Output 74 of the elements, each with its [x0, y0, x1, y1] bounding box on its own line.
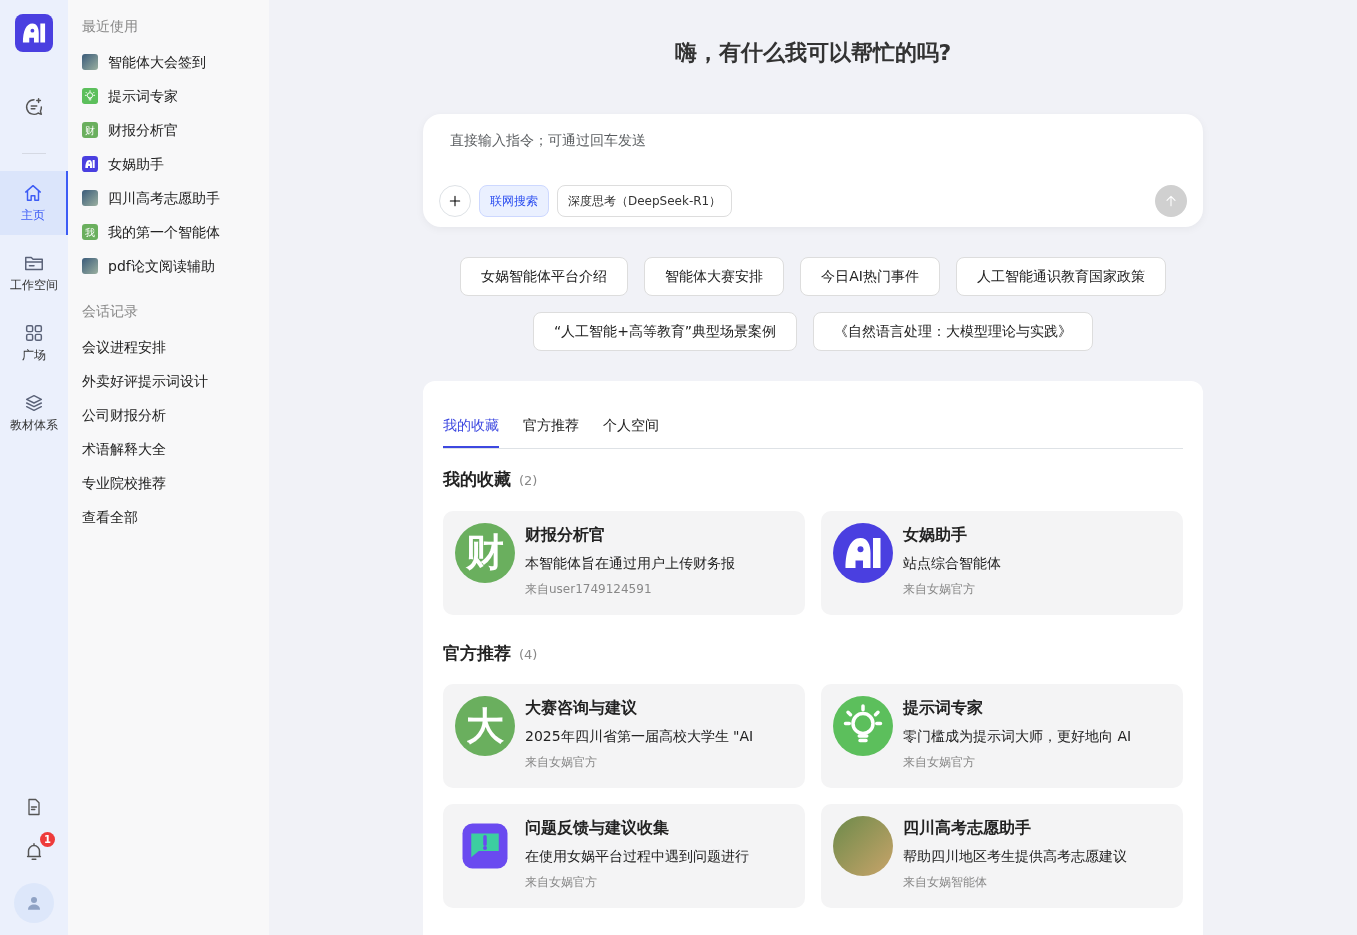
tab[interactable]: 官方推荐 — [523, 405, 579, 449]
agent-card[interactable]: 女娲助手 站点综合智能体 来自女娲官方 — [821, 510, 1183, 615]
card-description: 2025年四川省第一届高校大学生 "AI — [525, 727, 754, 747]
card-source: 来自女娲官方 — [903, 754, 976, 772]
attach-button[interactable] — [439, 185, 471, 218]
greeting-heading: 嗨，有什么我可以帮忙的吗? — [674, 40, 952, 67]
agent-avatar: 财 — [82, 122, 98, 138]
grid-icon — [23, 322, 45, 344]
agent-avatar: 我 — [82, 224, 98, 240]
suggestion-chip[interactable]: 今日AI热门事件 — [800, 257, 940, 297]
suggestion-chip[interactable]: 女娲智能体平台介绍 — [460, 257, 629, 297]
card-description: 在使用女娲平台过程中遇到问题进行 — [525, 847, 749, 867]
agent-card[interactable]: 大 大赛咨询与建议 2025年四川省第一届高校大学生 "AI 来自女娲官方 — [443, 684, 805, 789]
card-title: 问题反馈与建议收集 — [525, 817, 670, 840]
nav-item[interactable]: 教材体系 — [0, 381, 68, 445]
recent-item[interactable]: pdf论文阅读辅助 — [108, 255, 215, 277]
notification-count: 1 — [40, 832, 55, 847]
card-title: 提示词专家 — [903, 697, 984, 720]
recent-item[interactable]: 财报分析官 — [108, 119, 178, 141]
card-title: 财报分析官 — [525, 523, 606, 546]
item-count: (4) — [519, 645, 538, 664]
card-title: 四川高考志愿助手 — [903, 817, 1032, 840]
history-item[interactable]: 会议进程安排 — [82, 336, 166, 358]
history-item[interactable]: 公司财报分析 — [82, 404, 166, 426]
history-item[interactable]: 专业院校推荐 — [82, 472, 166, 494]
card-source: 来自女娲官方 — [525, 874, 598, 892]
section-heading: 最近使用 — [82, 17, 139, 36]
nav-item[interactable]: 工作空间 — [0, 241, 68, 305]
agent-avatar: 大 — [455, 696, 515, 757]
card-description: 帮助四川地区考生提供高考志愿建议 — [903, 847, 1127, 867]
agent-avatar: 财 — [455, 522, 515, 583]
agent-card[interactable]: 财 财报分析官 本智能体旨在通过用户上传财务报 来自user1749124591 — [443, 510, 805, 615]
card-description: 零门槛成为提示词大师，更好地向 AI — [903, 727, 1132, 747]
nav-item[interactable]: 主页 — [0, 171, 68, 235]
card-source: 来自女娲官方 — [525, 754, 598, 772]
card-source: 来自女娲智能体 — [903, 874, 988, 892]
recent-item[interactable]: 智能体大会签到 — [108, 51, 206, 73]
thumbnail-placeholder — [82, 258, 98, 274]
card-source: 来自女娲官方 — [903, 580, 976, 598]
tab[interactable]: 个人空间 — [603, 405, 659, 449]
tab[interactable]: 我的收藏 — [443, 405, 499, 449]
suggestion-chip[interactable]: “人工智能+高等教育”典型场景案例 — [532, 312, 798, 352]
view-all-link[interactable]: 查看全部 — [82, 506, 138, 528]
suggestion-chip[interactable]: 人工智能通识教育国家政策 — [955, 257, 1166, 297]
section-title: 我的收藏 — [443, 468, 511, 492]
card-source: 来自user1749124591 — [525, 580, 653, 598]
layers-icon — [23, 392, 45, 414]
agent-card[interactable]: 提示词专家 零门槛成为提示词大师，更好地向 AI 来自女娲官方 — [821, 684, 1183, 789]
card-title: 大赛咨询与建议 — [525, 697, 638, 720]
item-count: (2) — [519, 472, 538, 491]
card-description: 本智能体旨在通过用户上传财务报 — [525, 553, 735, 573]
person-icon — [25, 894, 43, 912]
card-title: 女娲助手 — [903, 523, 968, 546]
agent-card[interactable]: 问题反馈与建议收集 在使用女娲平台过程中遇到问题进行 来自女娲官方 — [443, 804, 805, 909]
home-icon — [22, 182, 44, 204]
nav-item[interactable]: 广场 — [0, 311, 68, 375]
suggestion-chip[interactable]: 《自然语言处理：大模型理论与实践》 — [813, 312, 1094, 352]
thumbnail-placeholder — [82, 54, 98, 70]
toggle-chip[interactable]: 深度思考（DeepSeek-R1） — [557, 185, 733, 218]
history-item[interactable]: 术语解释大全 — [82, 438, 166, 460]
agent-card[interactable]: 四川高考志愿助手 帮助四川地区考生提供高考志愿建议 来自女娲智能体 — [821, 804, 1183, 909]
history-item[interactable]: 外卖好评提示词设计 — [82, 370, 208, 392]
recent-item[interactable]: 女娲助手 — [108, 153, 164, 175]
recent-item[interactable]: 四川高考志愿助手 — [108, 187, 220, 209]
recent-item[interactable]: 我的第一个智能体 — [108, 221, 220, 243]
app-logo — [15, 14, 53, 52]
section-title: 官方推荐 — [443, 641, 511, 665]
section-heading: 会话记录 — [82, 302, 139, 321]
thumbnail-placeholder — [82, 190, 98, 206]
suggestion-chip[interactable]: 智能体大赛安排 — [644, 257, 785, 297]
recent-item[interactable]: 提示词专家 — [108, 85, 178, 107]
toggle-chip[interactable]: 联网搜索 — [479, 185, 549, 218]
card-description: 站点综合智能体 — [903, 553, 1001, 573]
new-chat-icon[interactable] — [23, 96, 45, 118]
